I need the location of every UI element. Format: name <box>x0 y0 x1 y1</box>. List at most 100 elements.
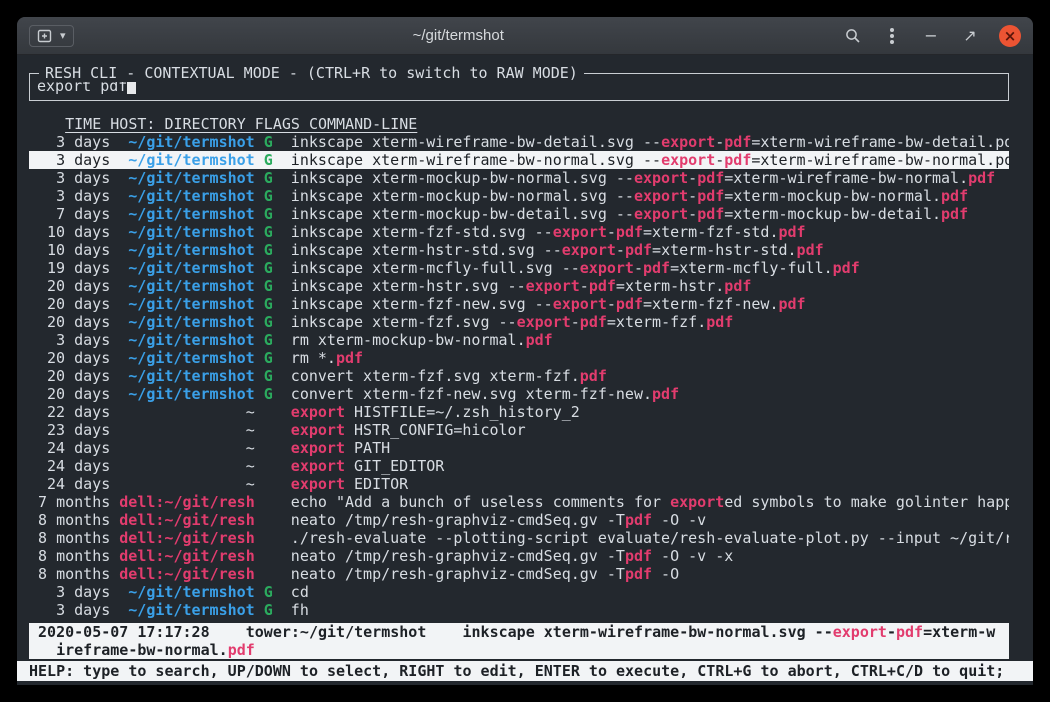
entry-command: fh <box>291 601 309 619</box>
entry-host-directory: ~ <box>119 439 254 457</box>
entry-host-directory: dell:~/git/resh <box>119 547 254 565</box>
search-match: pdf <box>625 565 652 583</box>
entry-time: 24 days <box>38 457 110 475</box>
search-match: export <box>291 421 345 439</box>
search-match: pdf <box>833 259 860 277</box>
search-match: pdf <box>526 331 553 349</box>
resh-search-box[interactable]: RESH CLI - CONTEXTUAL MODE - (CTRL+R to … <box>29 73 1009 101</box>
history-row[interactable]: 8 months dell:~/git/resh neato /tmp/resh-g… <box>29 547 1009 565</box>
new-tab-button[interactable]: ▾ <box>29 25 74 47</box>
entry-command: rm xterm-mockup-bw-normal.pdf <box>291 331 553 349</box>
entry-flags: G <box>264 601 273 619</box>
history-row[interactable]: 3 days~/git/termshotGinkscape xterm-mock… <box>29 187 1009 205</box>
entry-host-directory: dell:~/git/resh <box>119 493 254 511</box>
search-match: export <box>553 295 607 313</box>
search-match: export <box>291 475 345 493</box>
search-match: pdf <box>724 133 751 151</box>
maximize-button[interactable]: ↗ <box>960 25 980 47</box>
entry-time: 22 days <box>38 403 110 421</box>
history-row[interactable]: 8 monthsdell:~/git/reshneato /tmp/resh-g… <box>29 565 1009 583</box>
entry-host-directory: ~/git/termshot <box>119 241 254 259</box>
search-match: export <box>661 151 715 169</box>
history-row-selected[interactable]: 3 days~/git/termshotGinkscape xterm-wire… <box>29 151 1009 169</box>
history-row[interactable]: 3 days~/git/termshotGfh <box>29 601 1009 619</box>
entry-command: rm *.pdf <box>291 349 363 367</box>
entry-flags: G <box>264 367 273 385</box>
history-row[interactable]: 10 days~/git/termshotGinkscape xterm-fzf… <box>29 223 1009 241</box>
search-match: export <box>634 169 688 187</box>
search-match: pdf <box>706 313 733 331</box>
entry-host-directory: ~/git/termshot <box>119 313 254 331</box>
search-match: pdf <box>968 169 995 187</box>
entry-time: 19 days <box>38 259 110 277</box>
entry-command: export HISTFILE=~/.zsh_history_2 <box>291 403 580 421</box>
history-row[interactable]: 23 days~export HSTR_CONFIG=hicolor <box>29 421 1009 439</box>
history-row[interactable]: 7 monthsdell:~/git/reshecho "Add a bunch… <box>29 493 1009 511</box>
entry-time: 8 months <box>38 529 110 547</box>
search-match: pdf <box>336 349 363 367</box>
minimize-button[interactable]: − <box>921 25 941 47</box>
history-row[interactable]: 20 days~/git/termshotGinkscape xterm-fzf… <box>29 313 1009 331</box>
entry-command: inkscape xterm-fzf.svg --export-pdf=xter… <box>291 313 734 331</box>
entry-time: 7 months <box>38 493 110 511</box>
close-button[interactable]: × <box>999 25 1021 47</box>
history-row[interactable]: 20 days~/git/termshotGconvert xterm-fzf.… <box>29 367 1009 385</box>
history-row[interactable]: 3 days~/git/termshotGcd <box>29 583 1009 601</box>
history-row[interactable]: 22 days~export HISTFILE=~/.zsh_history_2 <box>29 403 1009 421</box>
search-match: pdf <box>228 641 255 659</box>
history-row[interactable]: 20 days~/git/termshotGinkscape xterm-hst… <box>29 277 1009 295</box>
entry-time: 10 days <box>38 223 110 241</box>
search-match: pdf <box>625 547 652 565</box>
entry-time: 20 days <box>38 295 110 313</box>
history-row[interactable]: 24 days~export GIT_EDITOR <box>29 457 1009 475</box>
search-button[interactable] <box>843 25 863 47</box>
search-match: export <box>670 493 724 511</box>
search-match: export <box>833 623 887 641</box>
entry-time: 23 days <box>38 421 110 439</box>
chevron-down-icon: ▾ <box>60 29 66 42</box>
entry-flags: G <box>264 259 273 277</box>
search-match: export <box>634 205 688 223</box>
history-row[interactable]: 20 days~/git/termshotGrm *.pdf <box>29 349 1009 367</box>
entry-command: neato /tmp/resh-graphviz-cmdSeq.gv -Tpdf… <box>291 547 734 565</box>
search-match: export <box>517 313 571 331</box>
history-row[interactable]: 3 days~/git/termshotGinkscape xterm-mock… <box>29 169 1009 187</box>
search-match: pdf <box>941 205 968 223</box>
entry-command: inkscape xterm-mockup-bw-normal.svg --ex… <box>291 169 995 187</box>
history-row[interactable]: 3 days~/git/termshotGinkscape xterm-wire… <box>29 133 1009 151</box>
history-row[interactable]: 20 days~/git/termshotGconvert xterm-fzf-… <box>29 385 1009 403</box>
history-row[interactable]: 19 days~/git/termshotGinkscape xterm-mcf… <box>29 259 1009 277</box>
entry-host-directory: ~/git/termshot <box>119 385 254 403</box>
history-row[interactable]: 24 days~export EDITOR <box>29 475 1009 493</box>
entry-command: export EDITOR <box>291 475 408 493</box>
search-match: export <box>634 187 688 205</box>
history-row[interactable]: 7 days~/git/termshotGinkscape xterm-mock… <box>29 205 1009 223</box>
entry-flags: G <box>264 241 273 259</box>
entry-command: inkscape xterm-hstr-std.svg --export-pdf… <box>291 241 824 259</box>
search-match: export <box>580 259 634 277</box>
history-list: 3 days~/git/termshotGinkscape xterm-wire… <box>29 133 1009 619</box>
search-icon <box>845 28 861 44</box>
entry-time: 3 days <box>38 187 110 205</box>
history-row[interactable]: 24 days~export PATH <box>29 439 1009 457</box>
entry-command: export GIT_EDITOR <box>291 457 445 475</box>
history-row[interactable]: 20 days~/git/termshotGinkscape xterm-fzf… <box>29 295 1009 313</box>
search-match: pdf <box>616 223 643 241</box>
table-header: TIME HOST: DIRECTORY FLAGS COMMAND-LINE <box>29 115 1009 133</box>
entry-time: 8 months <box>38 547 110 565</box>
history-row[interactable]: 10 days~/git/termshotGinkscape xterm-hst… <box>29 241 1009 259</box>
entry-time: 3 days <box>38 331 110 349</box>
entry-time: 20 days <box>38 313 110 331</box>
history-row[interactable]: 8 monthsdell:~/git/reshneato /tmp/resh-g… <box>29 511 1009 529</box>
search-match: pdf <box>589 277 616 295</box>
entry-time: 3 days <box>38 151 110 169</box>
entry-host-directory: ~/git/termshot <box>119 331 254 349</box>
entry-command: neato /tmp/resh-graphviz-cmdSeq.gv -Tpdf… <box>291 565 679 583</box>
history-row[interactable]: 8 monthsdell:~/git/resh./resh-evaluate -… <box>29 529 1009 547</box>
entry-host-directory: ~/git/termshot <box>119 277 254 295</box>
history-row[interactable]: 3 days~/git/termshotGrm xterm-mockup-bw-… <box>29 331 1009 349</box>
menu-button[interactable] <box>882 25 902 47</box>
entry-time: 3 days <box>38 583 110 601</box>
entry-command: inkscape xterm-hstr.svg --export-pdf=xte… <box>291 277 752 295</box>
kebab-menu-icon <box>890 34 894 38</box>
